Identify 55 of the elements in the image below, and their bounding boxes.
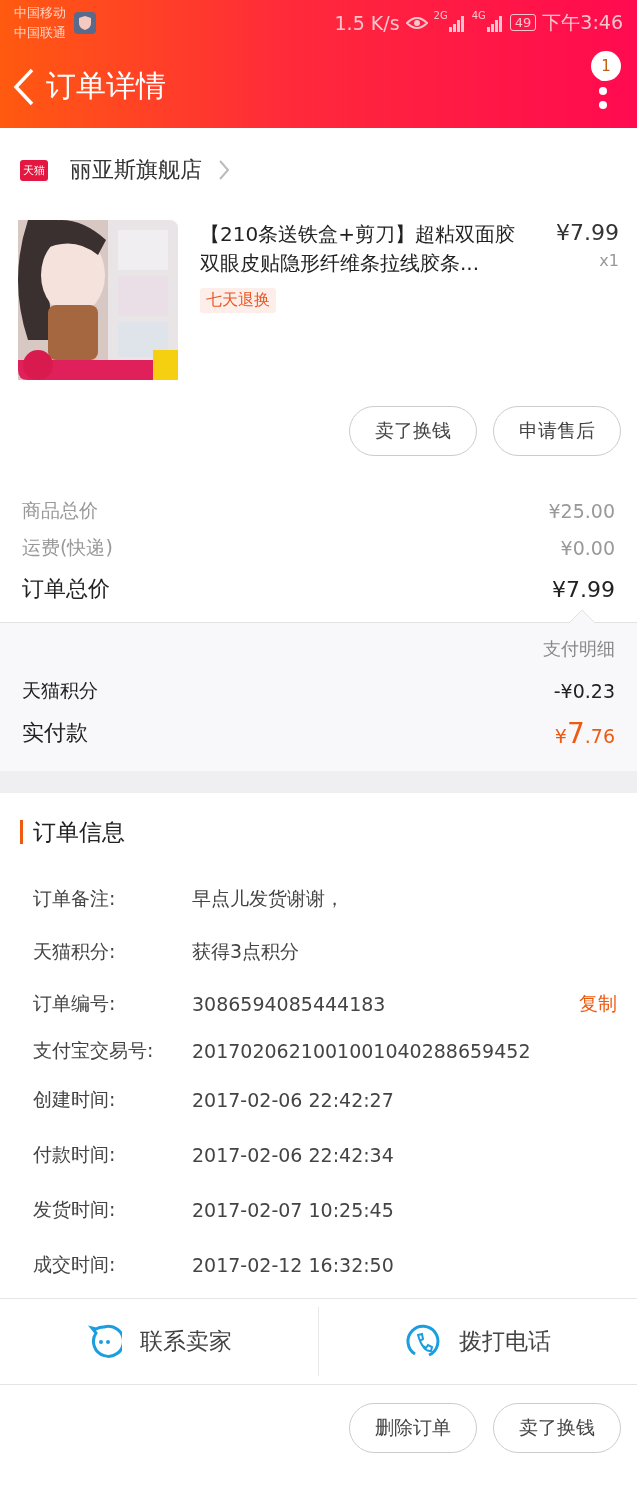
info-value: 2017-02-12 16:32:50 — [192, 1253, 395, 1276]
info-label: 发货时间: — [33, 1196, 117, 1222]
section-title: 订单信息 — [20, 820, 125, 844]
discount-value: -¥0.23 — [553, 680, 615, 702]
info-value: 2017-02-06 22:42:27 — [192, 1088, 395, 1111]
price-label: 订单总价 — [22, 575, 110, 603]
store-badge: 天猫 — [20, 159, 48, 181]
shield-icon — [74, 11, 96, 34]
info-value: 2017-02-06 22:42:34 — [192, 1143, 395, 1166]
store-name[interactable]: 丽亚斯旗舰店 — [70, 155, 202, 185]
price-label: 运费(快递) — [22, 534, 113, 560]
info-label: 天猫积分: — [33, 939, 117, 964]
action-button[interactable]: 删除订单 — [349, 1403, 477, 1453]
info-label: 支付宝交易号: — [33, 1038, 155, 1063]
info-value: 2017020621001001040288659452 — [192, 1040, 532, 1062]
network-type: 2G — [433, 10, 448, 21]
signal-icon — [447, 13, 466, 32]
info-value: 3086594085444183 — [192, 993, 387, 1015]
price-value: ¥7.99 — [552, 576, 615, 602]
clock: 下午3:46 — [542, 9, 623, 35]
info-label: 创建时间: — [33, 1086, 117, 1112]
carrier-name: 中国联通 — [14, 23, 66, 42]
info-label: 订单备注: — [33, 885, 117, 911]
chat-icon[interactable] — [86, 1323, 122, 1360]
product-price: ¥7.99 — [556, 220, 619, 245]
contact-button-label[interactable]: 联系卖家 — [140, 1326, 232, 1357]
price-label: 商品总价 — [22, 497, 98, 523]
product-title[interactable]: 【210条送铁盒+剪刀】超粘双面胶双眼皮贴隐形纤维条拉线胶条... — [200, 220, 517, 278]
signal-icon — [485, 13, 504, 32]
paid-label: 实付款 — [22, 719, 88, 747]
back-icon[interactable] — [12, 67, 36, 106]
price-value: ¥25.00 — [548, 499, 615, 522]
paid-amount: ¥7.76 — [554, 716, 615, 750]
info-value: 2017-02-07 10:25:45 — [192, 1198, 395, 1221]
product-quantity: x1 — [599, 251, 619, 270]
chevron-right-icon[interactable] — [218, 159, 230, 181]
return-policy-tag: 七天退换 — [200, 288, 276, 313]
carrier-name: 中国移动 — [14, 3, 66, 22]
page-title: 订单详情 — [46, 67, 166, 105]
contact-button-label[interactable]: 拨打电话 — [459, 1326, 551, 1357]
price-value: ¥0.00 — [560, 536, 615, 559]
info-label: 付款时间: — [33, 1141, 117, 1167]
action-button[interactable]: 卖了换钱 — [493, 1403, 621, 1453]
info-value: 获得3点积分 — [192, 939, 301, 964]
info-label: 成交时间: — [33, 1251, 117, 1277]
notification-badge: 1 — [591, 50, 621, 81]
info-value: 早点儿发货谢谢， — [192, 885, 345, 911]
network-type: 4G — [471, 10, 486, 21]
action-button[interactable]: 卖了换钱 — [349, 406, 477, 456]
info-label: 订单编号: — [33, 991, 117, 1016]
battery-indicator: 49 — [509, 14, 537, 31]
network-speed: 1.5 K/s — [334, 11, 400, 34]
eye-icon — [405, 15, 428, 30]
action-button[interactable]: 申请售后 — [493, 406, 621, 456]
discount-label: 天猫积分 — [22, 678, 98, 703]
